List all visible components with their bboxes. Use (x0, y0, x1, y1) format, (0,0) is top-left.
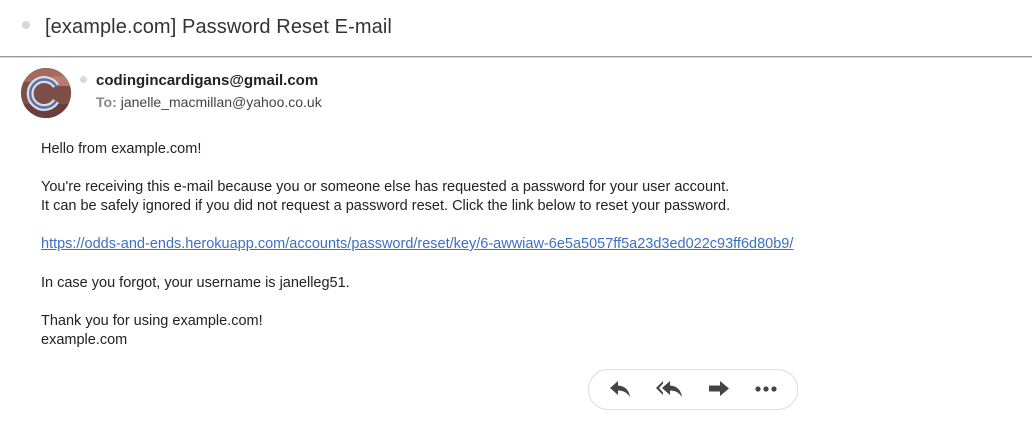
signoff-paragraph: Thank you for using example.com! example… (41, 312, 263, 350)
notice-paragraph: You're receiving this e-mail because you… (41, 178, 730, 216)
unread-dot-icon[interactable] (22, 21, 30, 29)
recipient-email[interactable]: janelle_macmillan@yahoo.co.uk (121, 94, 322, 110)
reset-link-paragraph: https://odds-and-ends.herokuapp.com/acco… (41, 235, 793, 254)
message-actions-toolbar (588, 369, 798, 410)
more-options-button[interactable] (752, 378, 780, 400)
recipient-line: To: janelle_macmillan@yahoo.co.uk (96, 94, 322, 110)
username-text: In case you forgot, your username is jan… (41, 275, 350, 291)
to-label: To: (96, 94, 117, 110)
more-icon (755, 386, 777, 392)
reply-button[interactable] (606, 378, 634, 400)
email-subject: [example.com] Password Reset E-mail (45, 16, 392, 38)
password-reset-link[interactable]: https://odds-and-ends.herokuapp.com/acco… (41, 236, 793, 252)
sender-status-dot-icon (80, 76, 87, 83)
subject-bar: [example.com] Password Reset E-mail (0, 0, 1032, 57)
signature-text: example.com (41, 332, 128, 348)
sender-avatar (21, 68, 71, 118)
reply-icon (610, 381, 630, 397)
greeting-text: Hello from example.com! (41, 141, 202, 157)
notice-line-1: You're receiving this e-mail because you… (41, 179, 730, 195)
forward-icon (709, 381, 729, 396)
sender-email[interactable]: codingincardigans@gmail.com (96, 72, 318, 89)
reply-all-icon (656, 381, 682, 397)
reply-all-button[interactable] (655, 378, 683, 400)
forward-button[interactable] (705, 378, 733, 400)
thanks-text: Thank you for using example.com! (41, 313, 263, 329)
notice-line-2: It can be safely ignored if you did not … (41, 198, 731, 214)
